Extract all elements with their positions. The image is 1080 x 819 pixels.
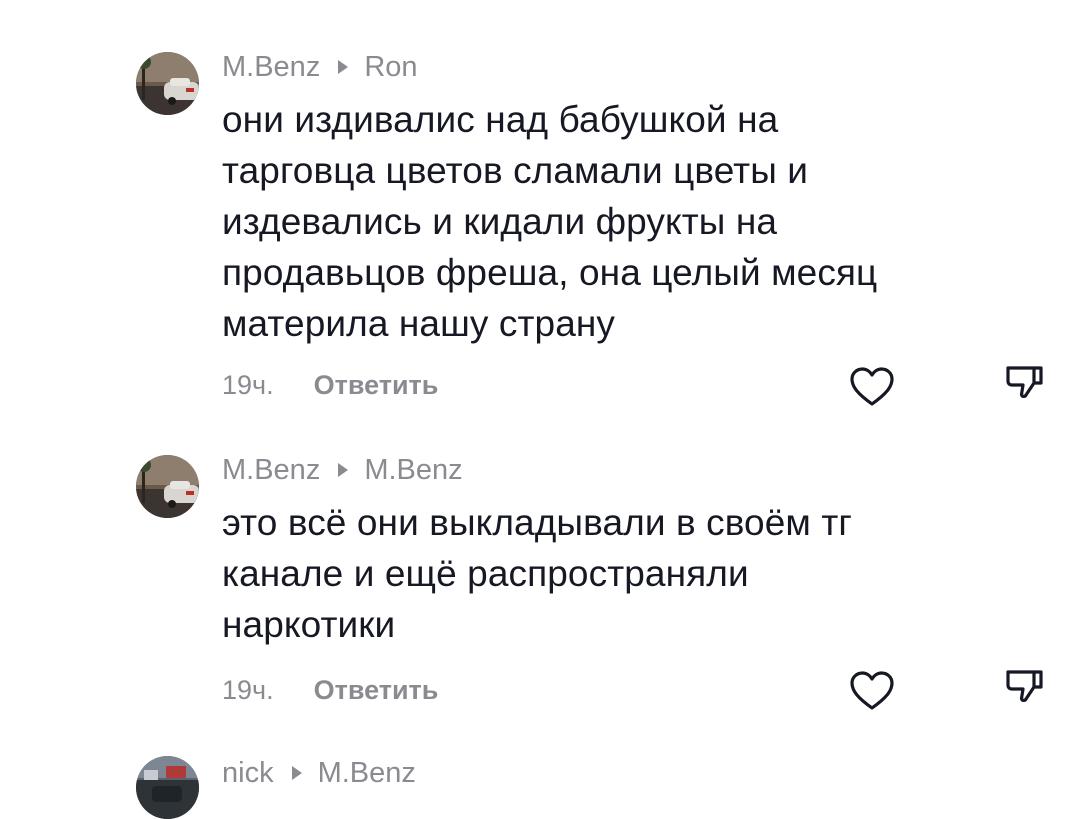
comment-meta: 19ч. Ответить bbox=[222, 673, 438, 707]
avatar[interactable] bbox=[136, 455, 199, 518]
comment-header: nick M.Benz bbox=[222, 756, 416, 790]
comment-line: издевались и кидали фрукты на bbox=[222, 201, 778, 242]
comment-meta: 19ч. Ответить bbox=[222, 368, 438, 402]
reply-arrow-icon bbox=[291, 766, 302, 780]
thumb-down-icon[interactable] bbox=[1003, 667, 1045, 709]
author-name[interactable]: M.Benz bbox=[222, 454, 320, 487]
comment-header: M.Benz M.Benz bbox=[222, 453, 463, 487]
reply-arrow-icon bbox=[338, 463, 349, 477]
comment-text: это всё они выкладывали в своём тг канал… bbox=[222, 497, 1022, 650]
heart-outline-icon[interactable] bbox=[849, 670, 895, 712]
comment-time: 19ч. bbox=[222, 674, 274, 705]
comment-text: они издивалис над бабушкой на тарговца ц… bbox=[222, 94, 1022, 349]
avatar-image bbox=[136, 756, 199, 819]
comment-line: наркотики bbox=[222, 604, 396, 645]
comment-line: материла нашу страну bbox=[222, 303, 616, 344]
comment-line: канале и ещё распространяли bbox=[222, 553, 749, 594]
thumb-down-icon[interactable] bbox=[1003, 363, 1045, 405]
reply-button[interactable]: Ответить bbox=[314, 370, 439, 401]
reply-to-name[interactable]: M.Benz bbox=[364, 454, 462, 487]
avatar[interactable] bbox=[136, 756, 199, 819]
avatar[interactable] bbox=[136, 52, 199, 115]
reply-to-name[interactable]: Ron bbox=[364, 51, 417, 84]
reply-arrow-icon bbox=[338, 60, 349, 74]
reply-button[interactable]: Ответить bbox=[314, 675, 439, 706]
comment-line: они издивалис над бабушкой на bbox=[222, 99, 779, 140]
comment-line: продавьцов фреша, она целый месяц bbox=[222, 252, 878, 293]
author-name[interactable]: nick bbox=[222, 757, 274, 790]
comment-line: это всё они выкладывали в своём тг bbox=[222, 502, 852, 543]
reply-to-name[interactable]: M.Benz bbox=[318, 757, 416, 790]
heart-outline-icon[interactable] bbox=[849, 366, 895, 408]
comment-time: 19ч. bbox=[222, 369, 274, 400]
avatar-image bbox=[136, 455, 199, 518]
author-name[interactable]: M.Benz bbox=[222, 51, 320, 84]
comment-header: M.Benz Ron bbox=[222, 50, 418, 84]
comment-line: тарговца цветов сламали цветы и bbox=[222, 150, 809, 191]
avatar-image bbox=[136, 52, 199, 115]
